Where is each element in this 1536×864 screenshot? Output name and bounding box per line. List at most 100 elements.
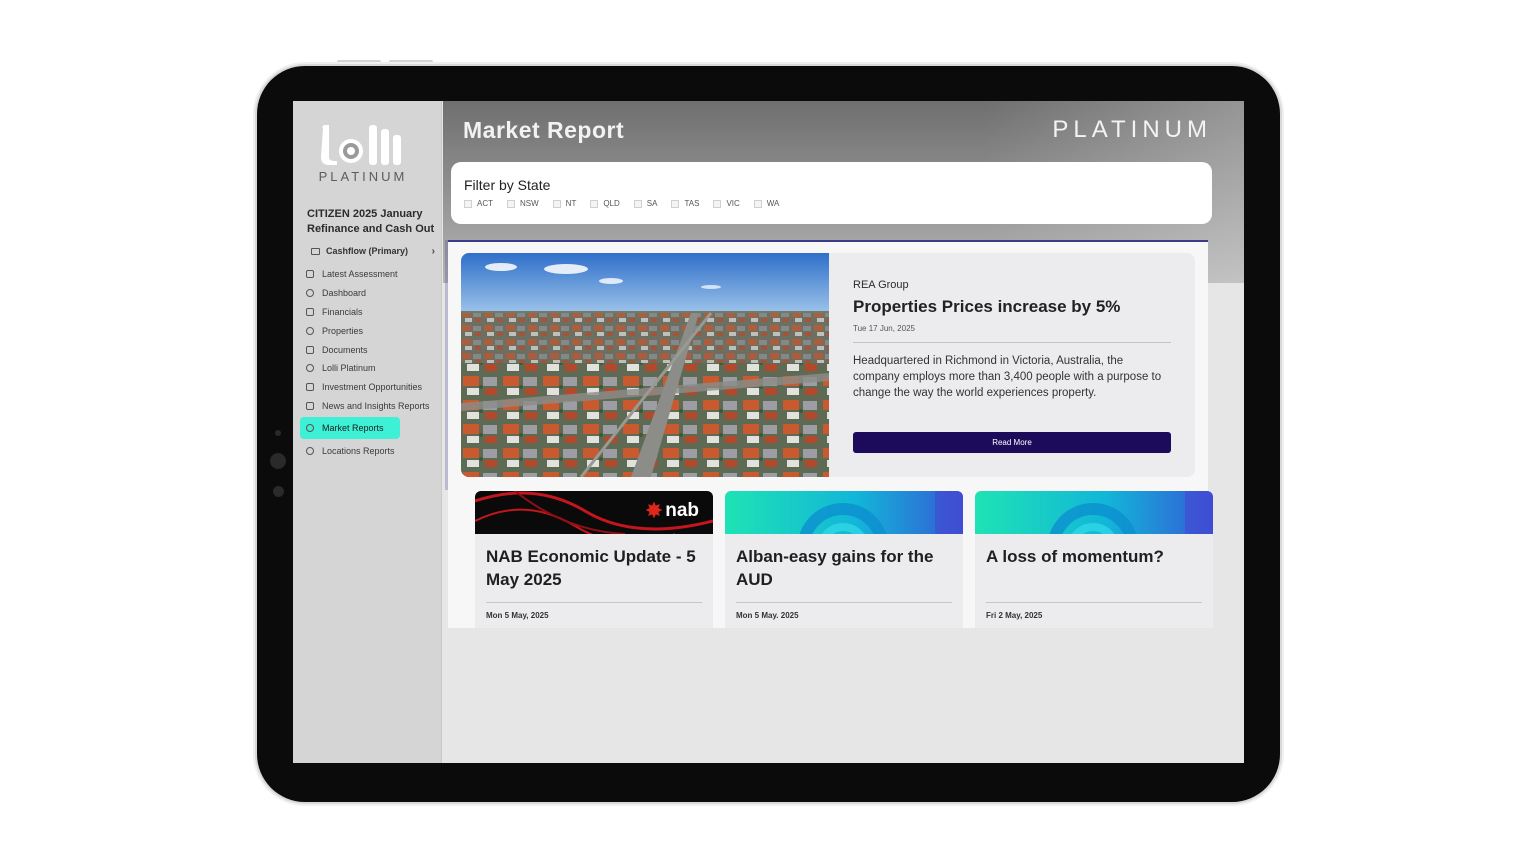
state-checkbox-qld[interactable]: QLD bbox=[590, 199, 620, 208]
divider bbox=[986, 602, 1202, 603]
teal-banner-image bbox=[725, 491, 963, 534]
camera-lens-icon bbox=[270, 453, 286, 469]
checkbox-icon bbox=[753, 199, 762, 208]
app-screen: PLATINUM CITIZEN 2025 January Refinance … bbox=[293, 101, 1244, 763]
nab-logo: ✸ nab bbox=[645, 500, 699, 522]
home-icon bbox=[306, 326, 314, 335]
featured-date: Tue 17 Jun, 2025 bbox=[853, 324, 915, 333]
cashflow-selector[interactable]: Cashflow (Primary) › bbox=[311, 244, 435, 258]
location-pin-icon bbox=[306, 364, 314, 373]
camera-icon bbox=[275, 430, 281, 436]
sidebar-item-documents[interactable]: Documents bbox=[300, 340, 438, 359]
state-checkbox-tas[interactable]: TAS bbox=[671, 199, 699, 208]
hand-coin-icon bbox=[306, 383, 314, 392]
state-checkbox-group: ACT NSW NT QLD SA TAS VIC WA bbox=[464, 199, 779, 208]
card-date: Fri 2 May, 2025 bbox=[986, 611, 1043, 620]
cashflow-label: Cashflow (Primary) bbox=[326, 246, 409, 256]
card-title: NAB Economic Update - 5 May 2025 bbox=[486, 547, 696, 589]
filter-title: Filter by State bbox=[464, 177, 551, 193]
sidebar-item-news-insights[interactable]: News and Insights Reports bbox=[300, 397, 438, 416]
sidebar-item-label: Investment Opportunities bbox=[322, 382, 423, 393]
client-title: CITIZEN 2025 January Refinance and Cash … bbox=[307, 208, 435, 235]
circle-location-icon bbox=[306, 446, 314, 455]
state-filter: Filter by State ACT NSW NT QLD SA TAS VI… bbox=[451, 162, 1212, 224]
sidebar-item-dashboard[interactable]: Dashboard bbox=[300, 284, 438, 303]
state-label: VIC bbox=[726, 199, 740, 208]
gauge-icon bbox=[306, 289, 314, 298]
checkbox-icon bbox=[671, 199, 680, 208]
sidebar-item-label: Financials bbox=[322, 306, 363, 317]
sidebar-item-label: Dashboard bbox=[322, 288, 367, 299]
tablet-volume-button bbox=[337, 60, 381, 64]
sidebar-item-market-reports[interactable]: Market Reports bbox=[300, 417, 400, 440]
state-checkbox-nsw[interactable]: NSW bbox=[507, 199, 539, 208]
divider bbox=[736, 602, 952, 603]
sidebar-item-label: Properties bbox=[322, 325, 364, 336]
teal-banner-image bbox=[975, 491, 1213, 534]
card-date: Mon 5 May, 2025 bbox=[486, 611, 549, 620]
sidebar-item-financials[interactable]: Financials bbox=[300, 303, 438, 322]
checkbox-icon bbox=[590, 199, 599, 208]
checkbox-icon bbox=[633, 199, 642, 208]
card-date: Mon 5 May. 2025 bbox=[736, 611, 799, 620]
state-label: NSW bbox=[520, 199, 539, 208]
newspaper-icon bbox=[306, 401, 314, 410]
sidebar-item-label: Latest Assessment bbox=[322, 269, 398, 280]
nab-banner-image: ✸ nab bbox=[475, 491, 713, 534]
main-content: Market Report PLATINUM Filter by State A… bbox=[443, 101, 1244, 763]
checkbox-icon bbox=[464, 199, 472, 208]
sidebar-item-lolli-platinum[interactable]: Lolli Platinum bbox=[300, 359, 438, 378]
featured-title: Properties Prices increase by 5% bbox=[853, 297, 1121, 316]
sidebar-item-properties[interactable]: Properties bbox=[300, 321, 438, 340]
logo-subtitle: PLATINUM bbox=[318, 169, 408, 184]
wallet-icon bbox=[311, 247, 320, 255]
document-icon bbox=[306, 345, 314, 354]
sidebar-nav: Latest Assessment Dashboard Financials P… bbox=[300, 265, 438, 460]
sidebar-item-label: Locations Reports bbox=[322, 445, 395, 456]
star-icon: ✸ bbox=[644, 498, 664, 523]
file-dollar-icon bbox=[306, 307, 314, 316]
state-label: TAS bbox=[684, 199, 700, 208]
divider bbox=[486, 602, 702, 603]
state-label: WA bbox=[766, 199, 780, 208]
suburb-aerial-image bbox=[461, 253, 829, 477]
card-title: A loss of momentum? bbox=[986, 547, 1164, 566]
news-card[interactable]: Alban-easy gains for the AUD Mon 5 May. … bbox=[725, 491, 963, 628]
state-label: SA bbox=[646, 199, 658, 208]
brand-wordmark: PLATINUM bbox=[1052, 116, 1212, 143]
sensor-icon bbox=[273, 486, 284, 497]
sidebar: PLATINUM CITIZEN 2025 January Refinance … bbox=[293, 101, 442, 763]
empty-area bbox=[443, 628, 1244, 763]
sidebar-item-label: Lolli Platinum bbox=[322, 363, 376, 374]
featured-source: REA Group bbox=[853, 279, 909, 291]
state-checkbox-sa[interactable]: SA bbox=[633, 199, 658, 208]
state-label: ACT bbox=[477, 199, 493, 208]
featured-report[interactable]: REA Group Properties Prices increase by … bbox=[461, 253, 1195, 477]
state-checkbox-nt[interactable]: NT bbox=[552, 199, 577, 208]
search-icon bbox=[306, 424, 314, 433]
checkbox-icon bbox=[713, 199, 722, 208]
state-checkbox-wa[interactable]: WA bbox=[753, 199, 780, 208]
lolli-logo bbox=[321, 125, 401, 165]
state-checkbox-act[interactable]: ACT bbox=[464, 199, 493, 208]
card-title: Alban-easy gains for the AUD bbox=[736, 547, 934, 589]
checkbox-icon bbox=[552, 199, 561, 208]
sidebar-item-label: Market Reports bbox=[322, 423, 384, 434]
chevron-right-icon: › bbox=[431, 245, 435, 257]
news-card[interactable]: A loss of momentum? Fri 2 May, 2025 bbox=[975, 491, 1213, 628]
read-more-button[interactable]: Read More bbox=[853, 432, 1171, 453]
state-checkbox-vic[interactable]: VIC bbox=[713, 199, 740, 208]
sidebar-item-investment-opportunities[interactable]: Investment Opportunities bbox=[300, 378, 438, 397]
sidebar-item-label: Documents bbox=[322, 344, 368, 355]
nab-wordmark: nab bbox=[665, 500, 699, 521]
page-title: Market Report bbox=[463, 117, 625, 143]
state-label: NT bbox=[565, 199, 577, 208]
clipboard-icon bbox=[306, 270, 314, 279]
checkbox-icon bbox=[507, 199, 515, 208]
featured-body: Headquartered in Richmond in Victoria, A… bbox=[853, 355, 1162, 399]
sidebar-item-locations-reports[interactable]: Locations Reports bbox=[300, 441, 438, 460]
news-card[interactable]: ✸ nab NAB Economic Update - 5 May 2025 M… bbox=[475, 491, 713, 628]
state-label: QLD bbox=[603, 199, 620, 208]
divider bbox=[853, 342, 1171, 343]
sidebar-item-latest-assessment[interactable]: Latest Assessment bbox=[300, 265, 438, 284]
